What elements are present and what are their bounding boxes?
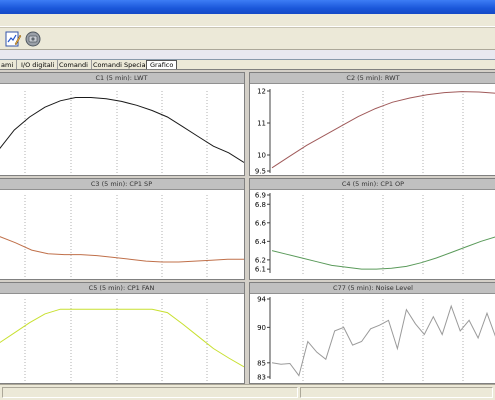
tab-label: I/O digitali [21,61,55,69]
chart-plot [0,91,244,173]
gear-plug-icon [25,31,41,47]
chart-panel-noise-level: C77 (5 min): Noise Level 94 90 85 83 [249,282,495,384]
y-tick-label: 11 [257,120,266,128]
edit-chart-button[interactable] [4,30,22,48]
tab-label: Comandi Speciali [93,61,150,69]
y-tick-label: 6.1 [255,266,266,274]
tab-label: Comandi [59,61,88,69]
y-tick-label: 90 [257,324,266,332]
connect-button[interactable] [24,30,42,48]
y-tick-label: 6.4 [255,238,267,246]
chart-title: C4 (5 min): CP1 OP [250,179,495,190]
chart-panel-rwt: C2 (5 min): RWT 12 11 10 9.5 [249,72,495,176]
chart-panel-lwt: C1 (5 min): LWT [0,72,245,176]
y-tick-label: 6.8 [255,201,266,209]
y-tick-label: 6.6 [255,219,267,227]
chart-panel-cp1-sp: C3 (5 min): CP1 SP [0,178,245,280]
y-tick-label: 10 [257,152,266,160]
y-tick-label: 9.5 [255,168,266,176]
window-title-bar [0,0,495,14]
pencil-chart-icon [5,31,22,47]
chart-title: C1 (5 min): LWT [0,73,244,84]
chart-title: C3 (5 min): CP1 SP [0,179,244,190]
chart-title: C77 (5 min): Noise Level [250,283,495,294]
chart-plot: 94 90 85 83 [257,296,495,382]
chart-plot: 6.96.8 6.6 6.4 6.2 6.1 [255,192,495,275]
chart-plot [0,299,244,381]
chart-panel-cp1-op: C4 (5 min): CP1 OP 6.9 6.8 6.6 6.4 6.2 6.1 [249,178,495,280]
status-cell-main [2,387,298,398]
tab-label: ami [1,61,14,69]
chart-plot: 12 11 10 9.5 [255,88,495,176]
tab-grafico[interactable]: Grafico [146,60,178,69]
toolbar [0,14,495,50]
status-bar [0,384,495,400]
y-tick-label: 94 [257,296,266,304]
y-tick-label: 12 [257,88,266,96]
status-cell-secondary [300,387,493,398]
tab-label: Grafico [150,61,174,69]
y-tick-label: 6.2 [255,256,266,264]
chart-panel-cp1-fan: C5 (5 min): CP1 FAN [0,282,245,384]
chart-title: C5 (5 min): CP1 FAN [0,283,244,294]
y-tick-label: 85 [257,359,266,367]
chart-title: C2 (5 min): RWT [250,73,495,84]
chart-plot [0,195,244,277]
toolbar-separator-shadow [0,27,495,28]
y-tick-label: 6.9 [255,192,266,200]
info-band [0,50,495,59]
tab-strip-border [0,69,495,70]
y-tick-label: 83 [257,374,266,382]
